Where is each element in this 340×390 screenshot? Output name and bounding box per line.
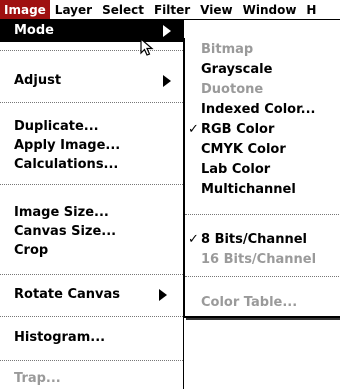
submenu-arrow-icon [163, 25, 171, 37]
mode-item-8-bits-label: 8 Bits/Channel [201, 232, 307, 247]
menu-separator [0, 360, 183, 361]
mode-item-rgb-color[interactable]: ✓ RGB Color [185, 120, 339, 140]
menu-item-calculations[interactable]: Calculations... [0, 154, 183, 176]
mode-submenu: Bitmap Grayscale Duotone Indexed Color..… [184, 38, 340, 318]
menu-item-rotate-canvas-label: Rotate Canvas [14, 287, 121, 302]
mode-item-bitmap[interactable]: Bitmap [185, 40, 339, 60]
menu-item-trap[interactable]: Trap... [0, 368, 183, 390]
mode-item-color-table[interactable]: Color Table... [185, 293, 339, 313]
menu-item-adjust[interactable]: Adjust [0, 70, 183, 92]
menu-help[interactable]: H [301, 0, 321, 19]
menu-item-mode-label: Mode [14, 23, 54, 38]
mode-item-multichannel[interactable]: Multichannel [185, 180, 339, 200]
mode-item-rgb-color-label: RGB Color [201, 122, 275, 137]
menu-filter[interactable]: Filter [149, 0, 195, 19]
submenu-arrow-icon [163, 75, 171, 87]
mouse-pointer-icon [140, 38, 154, 56]
menu-image[interactable]: Image [0, 0, 50, 19]
menu-separator [0, 102, 183, 103]
menu-item-crop[interactable]: Crop [0, 240, 183, 262]
mode-item-grayscale[interactable]: Grayscale [185, 60, 339, 80]
menu-window[interactable]: Window [238, 0, 302, 19]
menu-select[interactable]: Select [97, 0, 149, 19]
image-menu: Mode Adjust Duplicate... Apply Image... … [0, 20, 184, 389]
menu-bar: Image Layer Select Filter View Window H [0, 0, 340, 20]
menu-layer[interactable]: Layer [50, 0, 97, 19]
menu-item-histogram[interactable]: Histogram... [0, 327, 183, 349]
menu-separator [0, 316, 183, 317]
menu-separator [0, 184, 183, 185]
mode-item-indexed-color[interactable]: Indexed Color... [185, 100, 339, 120]
submenu-arrow-icon [159, 289, 167, 301]
mode-item-16-bits[interactable]: 16 Bits/Channel [185, 250, 339, 270]
menu-item-rotate-canvas[interactable]: Rotate Canvas [0, 284, 183, 306]
mode-item-cmyk-color[interactable]: CMYK Color [185, 140, 339, 160]
mode-item-duotone[interactable]: Duotone [185, 80, 339, 100]
checkmark-icon: ✓ [188, 232, 199, 247]
menu-separator [0, 274, 183, 275]
menu-item-adjust-label: Adjust [14, 73, 62, 88]
mode-item-8-bits[interactable]: ✓ 8 Bits/Channel [185, 230, 339, 250]
mode-item-lab-color[interactable]: Lab Color [185, 160, 339, 180]
submenu-separator [185, 214, 339, 215]
submenu-separator [185, 276, 339, 277]
checkmark-icon: ✓ [188, 122, 199, 137]
menu-view[interactable]: View [195, 0, 237, 19]
